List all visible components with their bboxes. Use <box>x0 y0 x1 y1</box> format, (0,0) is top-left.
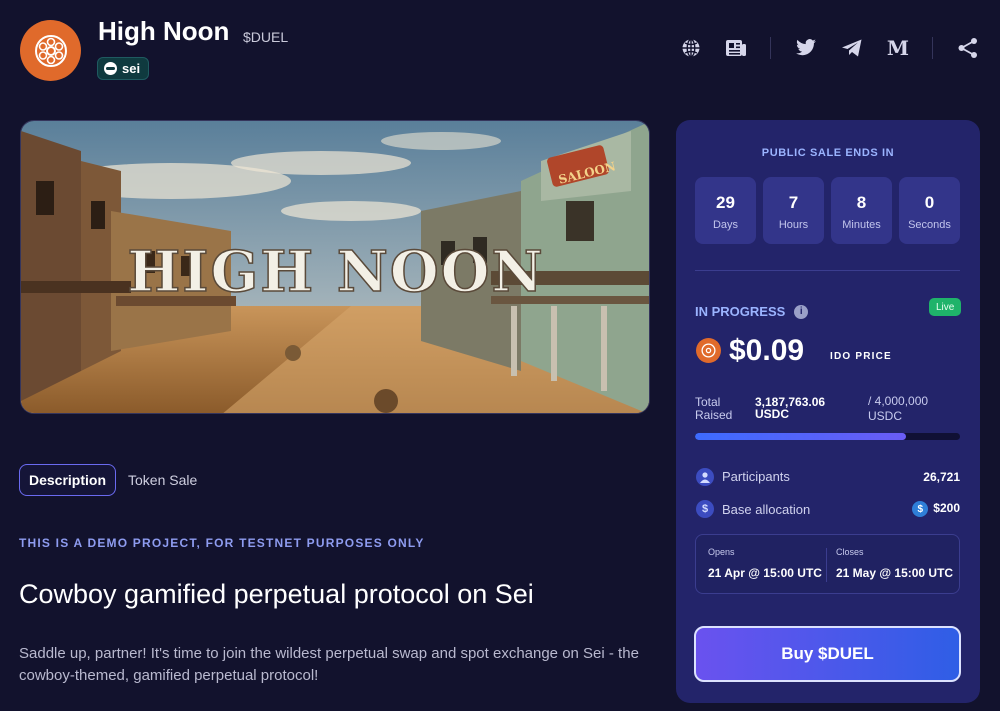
countdown-unit: Hours <box>778 219 809 231</box>
ido-price-label: IDO PRICE <box>830 351 892 362</box>
buy-button[interactable]: Buy $DUEL <box>694 626 961 682</box>
participants-icon <box>696 468 714 486</box>
base-allocation: $ $200 <box>912 501 960 517</box>
project-ticker: $DUEL <box>243 29 289 45</box>
medium-icon[interactable]: M <box>886 36 910 60</box>
raise-goal: / 4,000,000 USDC <box>868 394 929 423</box>
globe-icon[interactable] <box>679 36 703 60</box>
live-badge: Live <box>929 298 962 316</box>
opens-column: Opens 21 Apr @ 15:00 UTC <box>708 547 822 580</box>
sale-status: IN PROGRESS i <box>695 304 809 319</box>
telegram-link-wrap <box>840 36 864 60</box>
sale-ends-label: PUBLIC SALE ENDS IN <box>761 147 895 159</box>
opens-value: 21 Apr @ 15:00 UTC <box>708 566 822 580</box>
base-allocation-value: $200 <box>933 501 960 516</box>
sei-icon <box>104 62 117 75</box>
closes-column: Closes 21 May @ 15:00 UTC <box>836 547 953 580</box>
project-banner: SALOON HIGH NOON <box>20 120 650 414</box>
dates-divider <box>826 548 827 582</box>
total-raised-value: 3,187,763.06 USDC <box>755 395 826 421</box>
countdown-value: 0 <box>924 193 935 212</box>
countdown-unit: Seconds <box>908 219 951 231</box>
twitter-icon[interactable] <box>794 36 818 60</box>
banner-logo-text: HIGH NOON <box>127 239 544 305</box>
project-emblem-icon <box>34 34 67 67</box>
chain-label: sei <box>122 61 141 76</box>
chain-badge[interactable]: sei <box>97 57 150 80</box>
base-allocation-icon: $ <box>696 500 714 518</box>
header-divider-2 <box>932 37 933 59</box>
countdown-hours: 7 Hours <box>763 177 824 244</box>
project-description: Saddle up, partner! It's time to join th… <box>19 645 639 684</box>
opens-label: Opens <box>708 547 735 557</box>
share-icon[interactable] <box>956 36 980 60</box>
sale-status-label: IN PROGRESS <box>695 304 786 319</box>
info-icon[interactable]: i <box>794 304 809 319</box>
telegram-icon[interactable] <box>840 36 864 60</box>
project-logo <box>20 20 81 81</box>
raise-progress-fill <box>695 433 907 440</box>
twitter-link-wrap <box>794 36 818 60</box>
countdown-unit: Minutes <box>842 219 881 231</box>
tab-token-sale[interactable]: Token Sale <box>128 464 197 496</box>
social-links <box>679 36 703 60</box>
docs-icon[interactable] <box>724 36 748 60</box>
demo-notice: THIS IS A DEMO PROJECT, FOR TESTNET PURP… <box>19 536 425 550</box>
countdown-value: 7 <box>788 193 799 212</box>
countdown-minutes: 8 Minutes <box>831 177 892 244</box>
docs-link-wrap <box>724 36 748 60</box>
base-allocation-label: Base allocation <box>722 502 811 517</box>
countdown-value: 8 <box>856 193 867 212</box>
token-icon <box>696 338 721 363</box>
medium-link-wrap: M <box>886 36 910 60</box>
participants-value: 26,721 <box>923 470 960 484</box>
sale-dates: Opens 21 Apr @ 15:00 UTC Closes 21 May @… <box>695 534 960 594</box>
tab-description[interactable]: Description <box>19 464 116 496</box>
participants-label: Participants <box>722 469 790 484</box>
share-link-wrap <box>956 36 980 60</box>
usdc-icon: $ <box>912 501 929 517</box>
western-town-illustration: SALOON HIGH NOON <box>21 121 649 413</box>
project-headline: Cowboy gamified perpetual protocol on Se… <box>19 579 534 609</box>
card-divider <box>695 270 960 271</box>
project-title: High Noon <box>98 16 230 46</box>
countdown-value: 29 <box>716 193 735 212</box>
total-raised-label: Total Raised <box>695 395 733 422</box>
sale-card: PUBLIC SALE ENDS IN 29 Days 7 Hours 8 Mi… <box>676 120 980 703</box>
raise-progress-bar <box>695 433 960 440</box>
header-divider <box>770 37 771 59</box>
countdown-days: 29 Days <box>695 177 756 244</box>
ido-price: $0.09 <box>729 334 805 367</box>
countdown-seconds: 0 Seconds <box>899 177 960 244</box>
closes-value: 21 May @ 15:00 UTC <box>836 566 954 580</box>
closes-label: Closes <box>836 547 864 557</box>
countdown-unit: Days <box>712 219 739 231</box>
